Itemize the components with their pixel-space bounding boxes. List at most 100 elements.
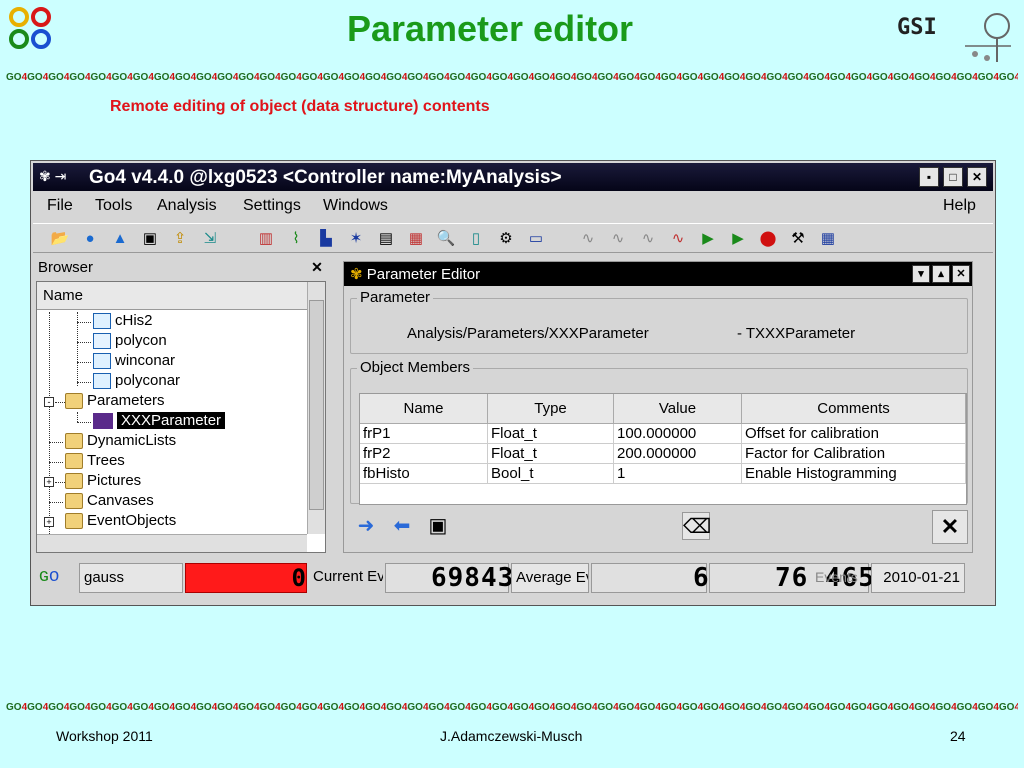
menu-tools[interactable]: Tools [95, 197, 132, 215]
canvas-icon [93, 313, 111, 330]
tree-item-trees[interactable]: Trees [65, 452, 125, 472]
tree-item-eventobjects[interactable]: EventObjects [65, 512, 176, 532]
slide-title: Parameter editor [346, 8, 634, 49]
start-icon[interactable]: ▶ [727, 228, 749, 250]
window-icon[interactable]: ▭ [525, 228, 547, 250]
folder-icon [65, 393, 83, 410]
column-name[interactable]: Name [360, 394, 488, 424]
cond-icon[interactable]: ▤ [375, 228, 397, 250]
open-http-icon[interactable]: ▲ [109, 228, 131, 250]
stop-icon[interactable]: ⬤ [757, 228, 779, 250]
tree-item-parameters[interactable]: Parameters [65, 392, 165, 412]
eraser-icon[interactable]: ⌫ [682, 512, 711, 540]
menu-help[interactable]: Help [943, 197, 976, 215]
members-table[interactable]: Name Type Value Comments frP1 Float_t 10… [359, 393, 967, 505]
table-cell[interactable]: Offset for calibration [742, 424, 966, 444]
column-value[interactable]: Value [614, 394, 742, 424]
window-menu-icon[interactable]: ✾ ⇥ [39, 168, 66, 185]
canvas-icon[interactable]: ▦ [405, 228, 427, 250]
tree-item-xxxparameter[interactable]: XXXParameter [93, 412, 226, 432]
footer-page-number: 24 [950, 728, 966, 744]
browser-panel: Browser ✕ Name cHis2 polycon winconar po… [34, 257, 328, 553]
tree-column-header[interactable]: Name [37, 282, 307, 310]
table-cell[interactable]: Bool_t [488, 464, 614, 484]
collapse-parameters-icon[interactable]: - [44, 397, 54, 407]
svg-text:GSI: GSI [897, 15, 937, 40]
histogram-icon[interactable]: ▥ [255, 228, 277, 250]
editor-menu-button[interactable]: ▾ [912, 265, 930, 283]
editor-icon: ✾ [350, 266, 363, 283]
tree-item-polyconar[interactable]: polyconar [93, 372, 180, 392]
table-cell[interactable]: Enable Histogramming [742, 464, 966, 484]
parameter-editor: ✾ Parameter Editor ▾ ▴ ✕ Parameter Analy… [343, 261, 973, 553]
menu-file[interactable]: File [47, 197, 73, 215]
tools-icon[interactable]: ⚒ [787, 228, 809, 250]
tree-item-winconar[interactable]: winconar [93, 352, 175, 372]
average-rate-label: Average Ev/s [511, 563, 589, 593]
parameter-class: - TXXXParameter [737, 325, 856, 342]
table-cell[interactable]: Factor for Calibration [742, 444, 966, 464]
save-icon[interactable]: ▣ [424, 512, 452, 540]
menu-windows[interactable]: Windows [323, 197, 388, 215]
menu-settings[interactable]: Settings [243, 197, 301, 215]
config-icon[interactable]: ∿ [577, 228, 599, 250]
open-file-icon[interactable]: 📂 [49, 228, 71, 250]
column-type[interactable]: Type [488, 394, 614, 424]
start-step-icon[interactable]: ▶ [697, 228, 719, 250]
browser-tree[interactable]: Name cHis2 polycon winconar polyconar - … [36, 281, 326, 553]
table-cell[interactable]: fbHisto [360, 464, 488, 484]
save-icon[interactable]: ▣ [139, 228, 161, 250]
analysis-window-icon[interactable]: ∿ [667, 228, 689, 250]
tree-item-canvases[interactable]: Canvases [65, 492, 154, 512]
table-cell[interactable]: 200.000000 [614, 444, 742, 464]
table-cell[interactable]: Float_t [488, 444, 614, 464]
event-icon[interactable]: ⚙ [495, 228, 517, 250]
tree-item-dynamiclists[interactable]: DynamicLists [65, 432, 176, 452]
browser-vertical-scrollbar[interactable] [307, 282, 325, 534]
submit-start-icon[interactable]: ∿ [637, 228, 659, 250]
browser-close-icon[interactable]: ✕ [308, 258, 326, 276]
terminal-icon[interactable]: ▦ [817, 228, 839, 250]
table-cell[interactable]: 100.000000 [614, 424, 742, 444]
editor-close-button[interactable]: ✕ [952, 265, 970, 283]
parameter-icon [93, 413, 113, 430]
submit-icon[interactable]: ∿ [607, 228, 629, 250]
gsi-logo: GSI [895, 6, 1015, 66]
menu-analysis[interactable]: Analysis [157, 197, 217, 215]
graph-icon[interactable]: ⌇ [285, 228, 307, 250]
maximize-button[interactable]: □ [943, 167, 963, 187]
table-cell[interactable]: Float_t [488, 424, 614, 444]
events-label: Events [815, 569, 858, 585]
editor-close-icon[interactable]: ✕ [932, 510, 968, 544]
current-rate-value: 69843 [431, 563, 515, 593]
tree-item-pictures[interactable]: Pictures [65, 472, 141, 492]
object-members-label: Object Members [357, 359, 474, 376]
expand-eventobjects-icon[interactable]: + [44, 517, 54, 527]
tree-item-polycon[interactable]: polycon [93, 332, 167, 352]
table-cell[interactable]: 1 [614, 464, 742, 484]
open-remote-icon[interactable]: ● [79, 228, 101, 250]
current-rate-label: Current Ev/s [313, 568, 383, 585]
tree-item-chis2[interactable]: cHis2 [93, 312, 153, 332]
minimize-button[interactable]: ▪ [919, 167, 939, 187]
arrow-left-icon[interactable]: ⬅ [388, 512, 416, 540]
editor-titlebar[interactable]: ✾ Parameter Editor [344, 262, 972, 286]
expand-pictures-icon[interactable]: + [44, 477, 54, 487]
average-rate-field [591, 563, 707, 593]
exit-icon[interactable]: ⇲ [199, 228, 221, 250]
editor-maximize-button[interactable]: ▴ [932, 265, 950, 283]
table-cell[interactable]: frP2 [360, 444, 488, 464]
close-window-button[interactable]: ✕ [967, 167, 987, 187]
footer-author: J.Adamczewski-Musch [440, 728, 583, 744]
parameter-group: Parameter Analysis/Parameters/XXXParamet… [350, 289, 968, 354]
connect-icon[interactable]: ⇪ [169, 228, 191, 250]
window-titlebar[interactable]: ✾ ⇥ Go4 v4.4.0 @lxg0523 <Controller name… [33, 163, 993, 191]
peak-icon[interactable]: ✶ [345, 228, 367, 250]
inspect-icon[interactable]: 🔍 [435, 228, 457, 250]
fit-icon[interactable]: ▙ [315, 228, 337, 250]
browser-horizontal-scrollbar[interactable] [37, 534, 307, 552]
column-comments[interactable]: Comments [742, 394, 966, 424]
table-cell[interactable]: frP1 [360, 424, 488, 444]
tree-icon[interactable]: ▯ [465, 228, 487, 250]
arrow-right-icon[interactable]: ➜ [352, 512, 380, 540]
